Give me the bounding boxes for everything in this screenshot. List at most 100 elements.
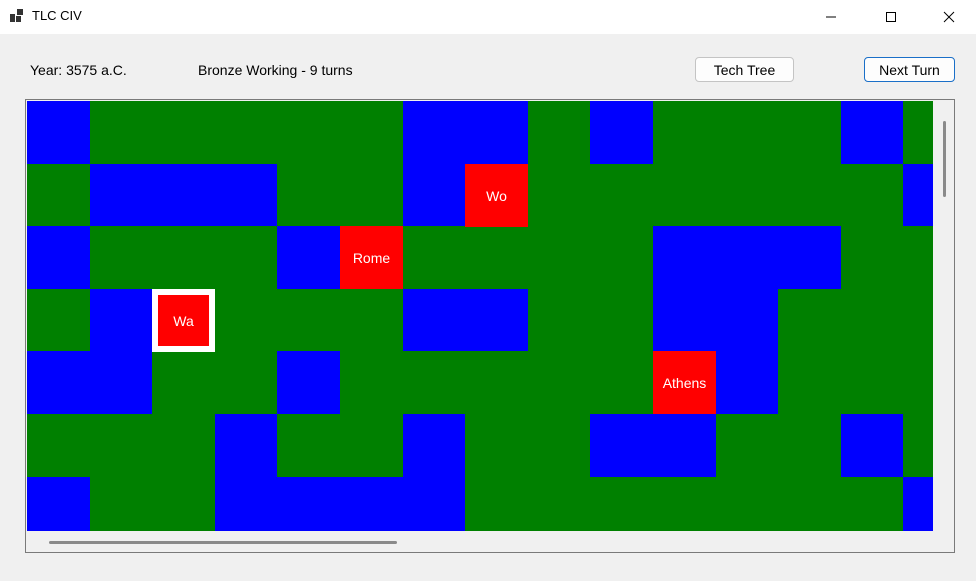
land-tile[interactable] — [903, 226, 933, 289]
land-tile[interactable] — [903, 351, 933, 414]
water-tile[interactable] — [27, 351, 90, 414]
land-tile[interactable] — [778, 164, 841, 226]
water-tile[interactable] — [403, 414, 465, 477]
land-tile[interactable] — [653, 477, 716, 531]
land-tile[interactable] — [590, 164, 653, 226]
land-tile[interactable] — [90, 414, 152, 477]
land-tile[interactable] — [778, 477, 841, 531]
minimize-button[interactable] — [802, 0, 860, 34]
land-tile[interactable] — [215, 101, 277, 164]
horizontal-scrollbar[interactable] — [27, 532, 933, 552]
land-tile[interactable] — [277, 289, 340, 351]
land-tile[interactable] — [778, 101, 841, 164]
land-tile[interactable] — [465, 477, 528, 531]
land-tile[interactable] — [152, 477, 215, 531]
land-tile[interactable] — [27, 414, 90, 477]
water-tile[interactable] — [277, 226, 340, 289]
land-tile[interactable] — [215, 289, 277, 351]
city-wo[interactable]: Wo — [465, 164, 528, 227]
land-tile[interactable] — [903, 101, 933, 164]
water-tile[interactable] — [90, 164, 152, 226]
water-tile[interactable] — [903, 164, 933, 226]
vertical-scroll-thumb[interactable] — [943, 121, 946, 197]
land-tile[interactable] — [90, 226, 152, 289]
land-tile[interactable] — [277, 101, 340, 164]
land-tile[interactable] — [716, 477, 778, 531]
land-tile[interactable] — [590, 477, 653, 531]
land-tile[interactable] — [340, 351, 403, 414]
land-tile[interactable] — [778, 289, 841, 351]
city-wa[interactable]: Wa — [152, 289, 215, 352]
water-tile[interactable] — [277, 477, 340, 531]
water-tile[interactable] — [403, 101, 465, 164]
land-tile[interactable] — [528, 289, 590, 351]
water-tile[interactable] — [403, 289, 465, 351]
water-tile[interactable] — [716, 351, 778, 414]
maximize-button[interactable] — [862, 0, 920, 34]
land-tile[interactable] — [90, 477, 152, 531]
land-tile[interactable] — [152, 414, 215, 477]
horizontal-scroll-thumb[interactable] — [49, 541, 397, 544]
land-tile[interactable] — [215, 226, 277, 289]
land-tile[interactable] — [340, 414, 403, 477]
water-tile[interactable] — [653, 226, 716, 289]
water-tile[interactable] — [465, 289, 528, 351]
land-tile[interactable] — [653, 164, 716, 226]
tech-tree-button[interactable]: Tech Tree — [695, 57, 794, 82]
land-tile[interactable] — [903, 289, 933, 351]
land-tile[interactable] — [716, 414, 778, 477]
land-tile[interactable] — [277, 164, 340, 226]
next-turn-button[interactable]: Next Turn — [864, 57, 955, 82]
land-tile[interactable] — [27, 164, 90, 226]
land-tile[interactable] — [841, 289, 903, 351]
land-tile[interactable] — [215, 351, 277, 414]
land-tile[interactable] — [590, 289, 653, 351]
water-tile[interactable] — [778, 226, 841, 289]
water-tile[interactable] — [465, 101, 528, 164]
vertical-scrollbar[interactable] — [934, 101, 954, 531]
water-tile[interactable] — [403, 477, 465, 531]
land-tile[interactable] — [590, 226, 653, 289]
land-tile[interactable] — [528, 164, 590, 226]
land-tile[interactable] — [841, 477, 903, 531]
land-tile[interactable] — [778, 414, 841, 477]
water-tile[interactable] — [841, 414, 903, 477]
land-tile[interactable] — [277, 414, 340, 477]
land-tile[interactable] — [465, 414, 528, 477]
land-tile[interactable] — [528, 226, 590, 289]
close-button[interactable] — [920, 0, 976, 34]
water-tile[interactable] — [653, 414, 716, 477]
land-tile[interactable] — [152, 101, 215, 164]
water-tile[interactable] — [903, 477, 933, 531]
land-tile[interactable] — [465, 226, 528, 289]
water-tile[interactable] — [653, 289, 716, 351]
land-tile[interactable] — [403, 226, 465, 289]
land-tile[interactable] — [841, 164, 903, 226]
water-tile[interactable] — [27, 226, 90, 289]
land-tile[interactable] — [465, 351, 528, 414]
water-tile[interactable] — [90, 289, 152, 351]
water-tile[interactable] — [152, 164, 215, 226]
water-tile[interactable] — [716, 289, 778, 351]
water-tile[interactable] — [841, 101, 903, 164]
land-tile[interactable] — [903, 414, 933, 477]
land-tile[interactable] — [778, 351, 841, 414]
water-tile[interactable] — [215, 164, 277, 226]
land-tile[interactable] — [716, 101, 778, 164]
water-tile[interactable] — [215, 414, 277, 477]
land-tile[interactable] — [403, 351, 465, 414]
water-tile[interactable] — [590, 414, 653, 477]
water-tile[interactable] — [277, 351, 340, 414]
water-tile[interactable] — [90, 351, 152, 414]
land-tile[interactable] — [27, 289, 90, 351]
water-tile[interactable] — [215, 477, 277, 531]
water-tile[interactable] — [27, 477, 90, 531]
water-tile[interactable] — [590, 101, 653, 164]
land-tile[interactable] — [152, 351, 215, 414]
game-map[interactable]: Wo Rome Wa Athens — [27, 101, 933, 531]
city-athens[interactable]: Athens — [653, 351, 716, 414]
water-tile[interactable] — [27, 101, 90, 164]
land-tile[interactable] — [841, 351, 903, 414]
land-tile[interactable] — [716, 164, 778, 226]
land-tile[interactable] — [340, 101, 403, 164]
